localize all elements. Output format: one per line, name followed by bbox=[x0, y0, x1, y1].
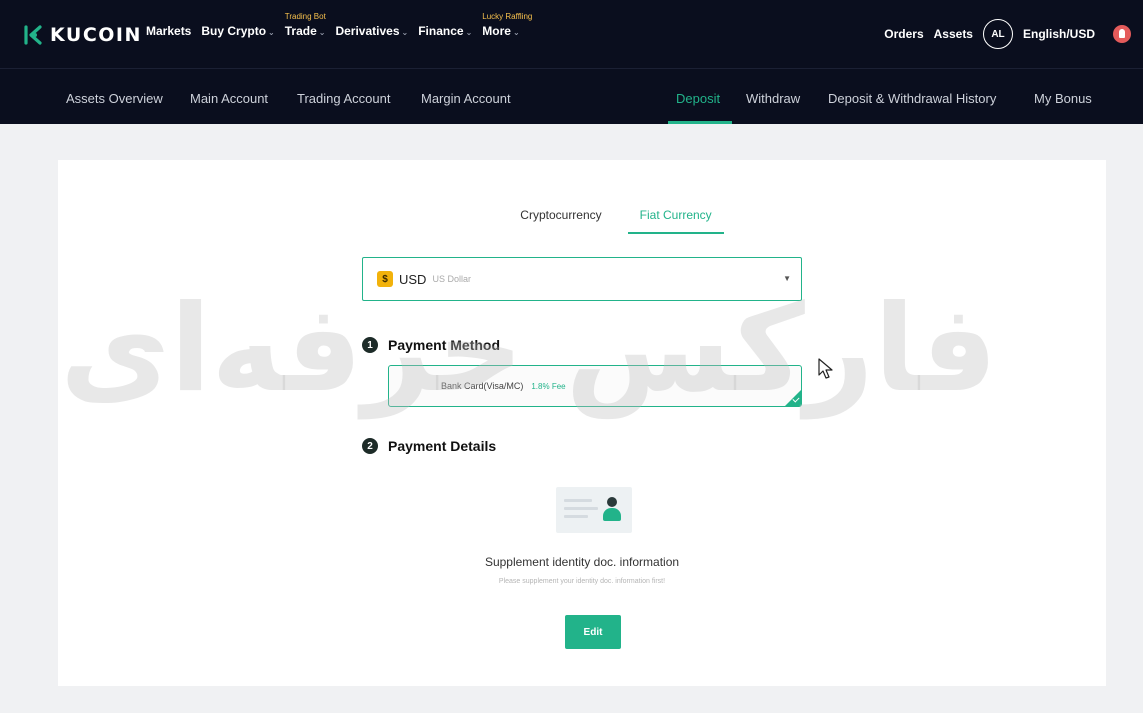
step-label: Payment Details bbox=[388, 438, 497, 454]
assets-subnav: Assets Overview Main Account Trading Acc… bbox=[0, 68, 1143, 124]
identity-document-illustration bbox=[556, 487, 632, 533]
nav-buy-crypto-label: Buy Crypto bbox=[201, 24, 267, 38]
subnav-margin-account[interactable]: Margin Account bbox=[421, 91, 511, 106]
notification-bell-icon[interactable] bbox=[1113, 25, 1131, 43]
orders-link[interactable]: Orders bbox=[884, 27, 923, 41]
nav-derivatives[interactable]: Derivatives ⌄ bbox=[335, 24, 408, 38]
avatar[interactable]: AL bbox=[982, 19, 1013, 49]
chevron-down-icon: ⌄ bbox=[512, 28, 520, 37]
brand-name: KUCOIN bbox=[50, 24, 142, 46]
nav-markets-label: Markets bbox=[146, 24, 192, 38]
deposit-type-tabs: Cryptocurrency Fiat Currency bbox=[486, 204, 746, 234]
step-payment-method: 1 Payment Method bbox=[362, 337, 500, 353]
nav-buy-crypto[interactable]: Buy Crypto ⌄ bbox=[201, 24, 274, 38]
currency-name: US Dollar bbox=[432, 274, 471, 284]
nav-markets[interactable]: Markets bbox=[146, 24, 191, 38]
kucoin-logo-icon bbox=[24, 25, 42, 45]
step-payment-details: 2 Payment Details bbox=[362, 438, 496, 454]
payment-method-option[interactable]: Bank Card(Visa/MC) 1.8% Fee bbox=[388, 365, 802, 407]
step-number-badge: 2 bbox=[362, 438, 378, 454]
main-nav: Markets Buy Crypto ⌄ Trading Bot Trade ⌄ De… bbox=[146, 12, 532, 38]
chevron-down-icon: ⌄ bbox=[465, 28, 473, 37]
language-currency-selector[interactable]: English/USD bbox=[1023, 27, 1095, 41]
deposit-card: Cryptocurrency Fiat Currency $ USD US Do… bbox=[58, 160, 1106, 686]
step-label: Payment Method bbox=[388, 337, 501, 353]
subnav-main-account[interactable]: Main Account bbox=[190, 91, 268, 106]
nav-trade-label: Trade bbox=[284, 24, 317, 38]
nav-finance-label: Finance bbox=[418, 24, 464, 38]
nav-derivatives-label: Derivatives bbox=[335, 24, 400, 38]
account-nav: Orders Assets AL English/USD bbox=[884, 16, 1131, 52]
subnav-deposit[interactable]: Deposit bbox=[676, 91, 720, 106]
step-number-badge: 1 bbox=[362, 337, 378, 353]
selected-check-icon bbox=[785, 390, 801, 406]
payment-method-fee: 1.8% Fee bbox=[531, 381, 566, 391]
currency-select[interactable]: $ USD US Dollar ▼ bbox=[362, 257, 802, 301]
caret-down-icon: ▼ bbox=[783, 274, 791, 283]
nav-trade[interactable]: Trading Bot Trade ⌄ bbox=[284, 12, 326, 38]
illustration-line bbox=[564, 515, 588, 518]
subnav-withdraw[interactable]: Withdraw bbox=[746, 91, 800, 106]
currency-code: USD bbox=[399, 271, 427, 287]
illustration-line bbox=[564, 507, 598, 510]
tab-fiat-currency[interactable]: Fiat Currency bbox=[627, 204, 724, 234]
person-body-icon bbox=[603, 508, 621, 521]
chevron-down-icon: ⌄ bbox=[318, 28, 326, 37]
illustration-line bbox=[564, 499, 592, 502]
chevron-down-icon: ⌄ bbox=[401, 28, 409, 37]
usd-coin-icon: $ bbox=[377, 271, 393, 287]
supplement-title: Supplement identity doc. information bbox=[484, 555, 680, 569]
trading-bot-tag: Trading Bot bbox=[284, 12, 326, 21]
subnav-trading-account[interactable]: Trading Account bbox=[297, 91, 390, 106]
supplement-subtitle: Please supplement your identity doc. inf… bbox=[498, 578, 666, 585]
tab-cryptocurrency[interactable]: Cryptocurrency bbox=[508, 204, 613, 234]
subnav-deposit-withdrawal-history[interactable]: Deposit & Withdrawal History bbox=[828, 91, 996, 106]
active-tab-indicator bbox=[668, 121, 732, 124]
kucoin-logo[interactable]: KUCOIN bbox=[22, 22, 142, 48]
edit-button[interactable]: Edit bbox=[565, 615, 621, 649]
chevron-down-icon: ⌄ bbox=[268, 28, 275, 37]
nav-finance[interactable]: Finance ⌄ bbox=[418, 24, 472, 38]
nav-more[interactable]: Lucky Raffling More ⌄ bbox=[482, 12, 532, 38]
subnav-assets-overview[interactable]: Assets Overview bbox=[66, 91, 163, 106]
payment-method-name: Bank Card(Visa/MC) bbox=[441, 381, 524, 391]
assets-link[interactable]: Assets bbox=[934, 27, 973, 41]
person-icon bbox=[607, 497, 617, 507]
top-header: KUCOIN Markets Buy Crypto ⌄ Trading Bot Tr… bbox=[0, 0, 1143, 68]
nav-more-label: More bbox=[482, 24, 511, 38]
subnav-my-bonus[interactable]: My Bonus bbox=[1034, 91, 1092, 106]
lucky-raffling-tag: Lucky Raffling bbox=[482, 12, 533, 21]
